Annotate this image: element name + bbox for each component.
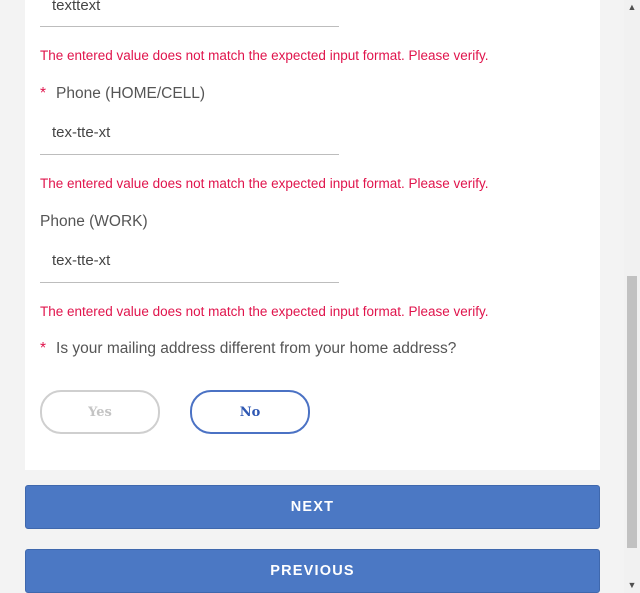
scrollbar-thumb[interactable]: [627, 276, 637, 548]
format-error-message: The entered value does not match the exp…: [40, 176, 489, 191]
mailing-address-question: * Is your mailing address different from …: [40, 340, 456, 358]
scroll-up-icon[interactable]: ▲: [624, 0, 640, 14]
phone-work-field-value: tex-tte-xt: [52, 252, 111, 269]
name-field-value: texttext: [52, 0, 101, 14]
phone-work-field[interactable]: tex-tte-xt: [40, 238, 339, 283]
phone-home-field[interactable]: tex-tte-xt: [40, 110, 339, 155]
mailing-address-question-text: Is your mailing address different from y…: [56, 340, 457, 357]
phone-home-label: * Phone (HOME/CELL): [40, 85, 205, 103]
required-marker: *: [40, 85, 47, 102]
format-error-message: The entered value does not match the exp…: [40, 304, 489, 319]
yes-button[interactable]: Yes: [40, 390, 160, 434]
phone-home-label-text: Phone (HOME/CELL): [56, 85, 206, 102]
phone-work-label: Phone (WORK): [40, 213, 148, 230]
required-marker: *: [40, 340, 47, 357]
phone-home-field-value: tex-tte-xt: [52, 124, 111, 141]
name-field[interactable]: texttext: [40, 0, 339, 27]
no-button[interactable]: No: [190, 390, 310, 434]
vertical-scrollbar[interactable]: ▲ ▼: [624, 0, 640, 593]
previous-button[interactable]: PREVIOUS: [25, 549, 600, 593]
scroll-down-icon[interactable]: ▼: [624, 578, 640, 592]
form-card: texttext The entered value does not matc…: [25, 0, 600, 470]
format-error-message: The entered value does not match the exp…: [40, 48, 489, 63]
next-button[interactable]: NEXT: [25, 485, 600, 529]
